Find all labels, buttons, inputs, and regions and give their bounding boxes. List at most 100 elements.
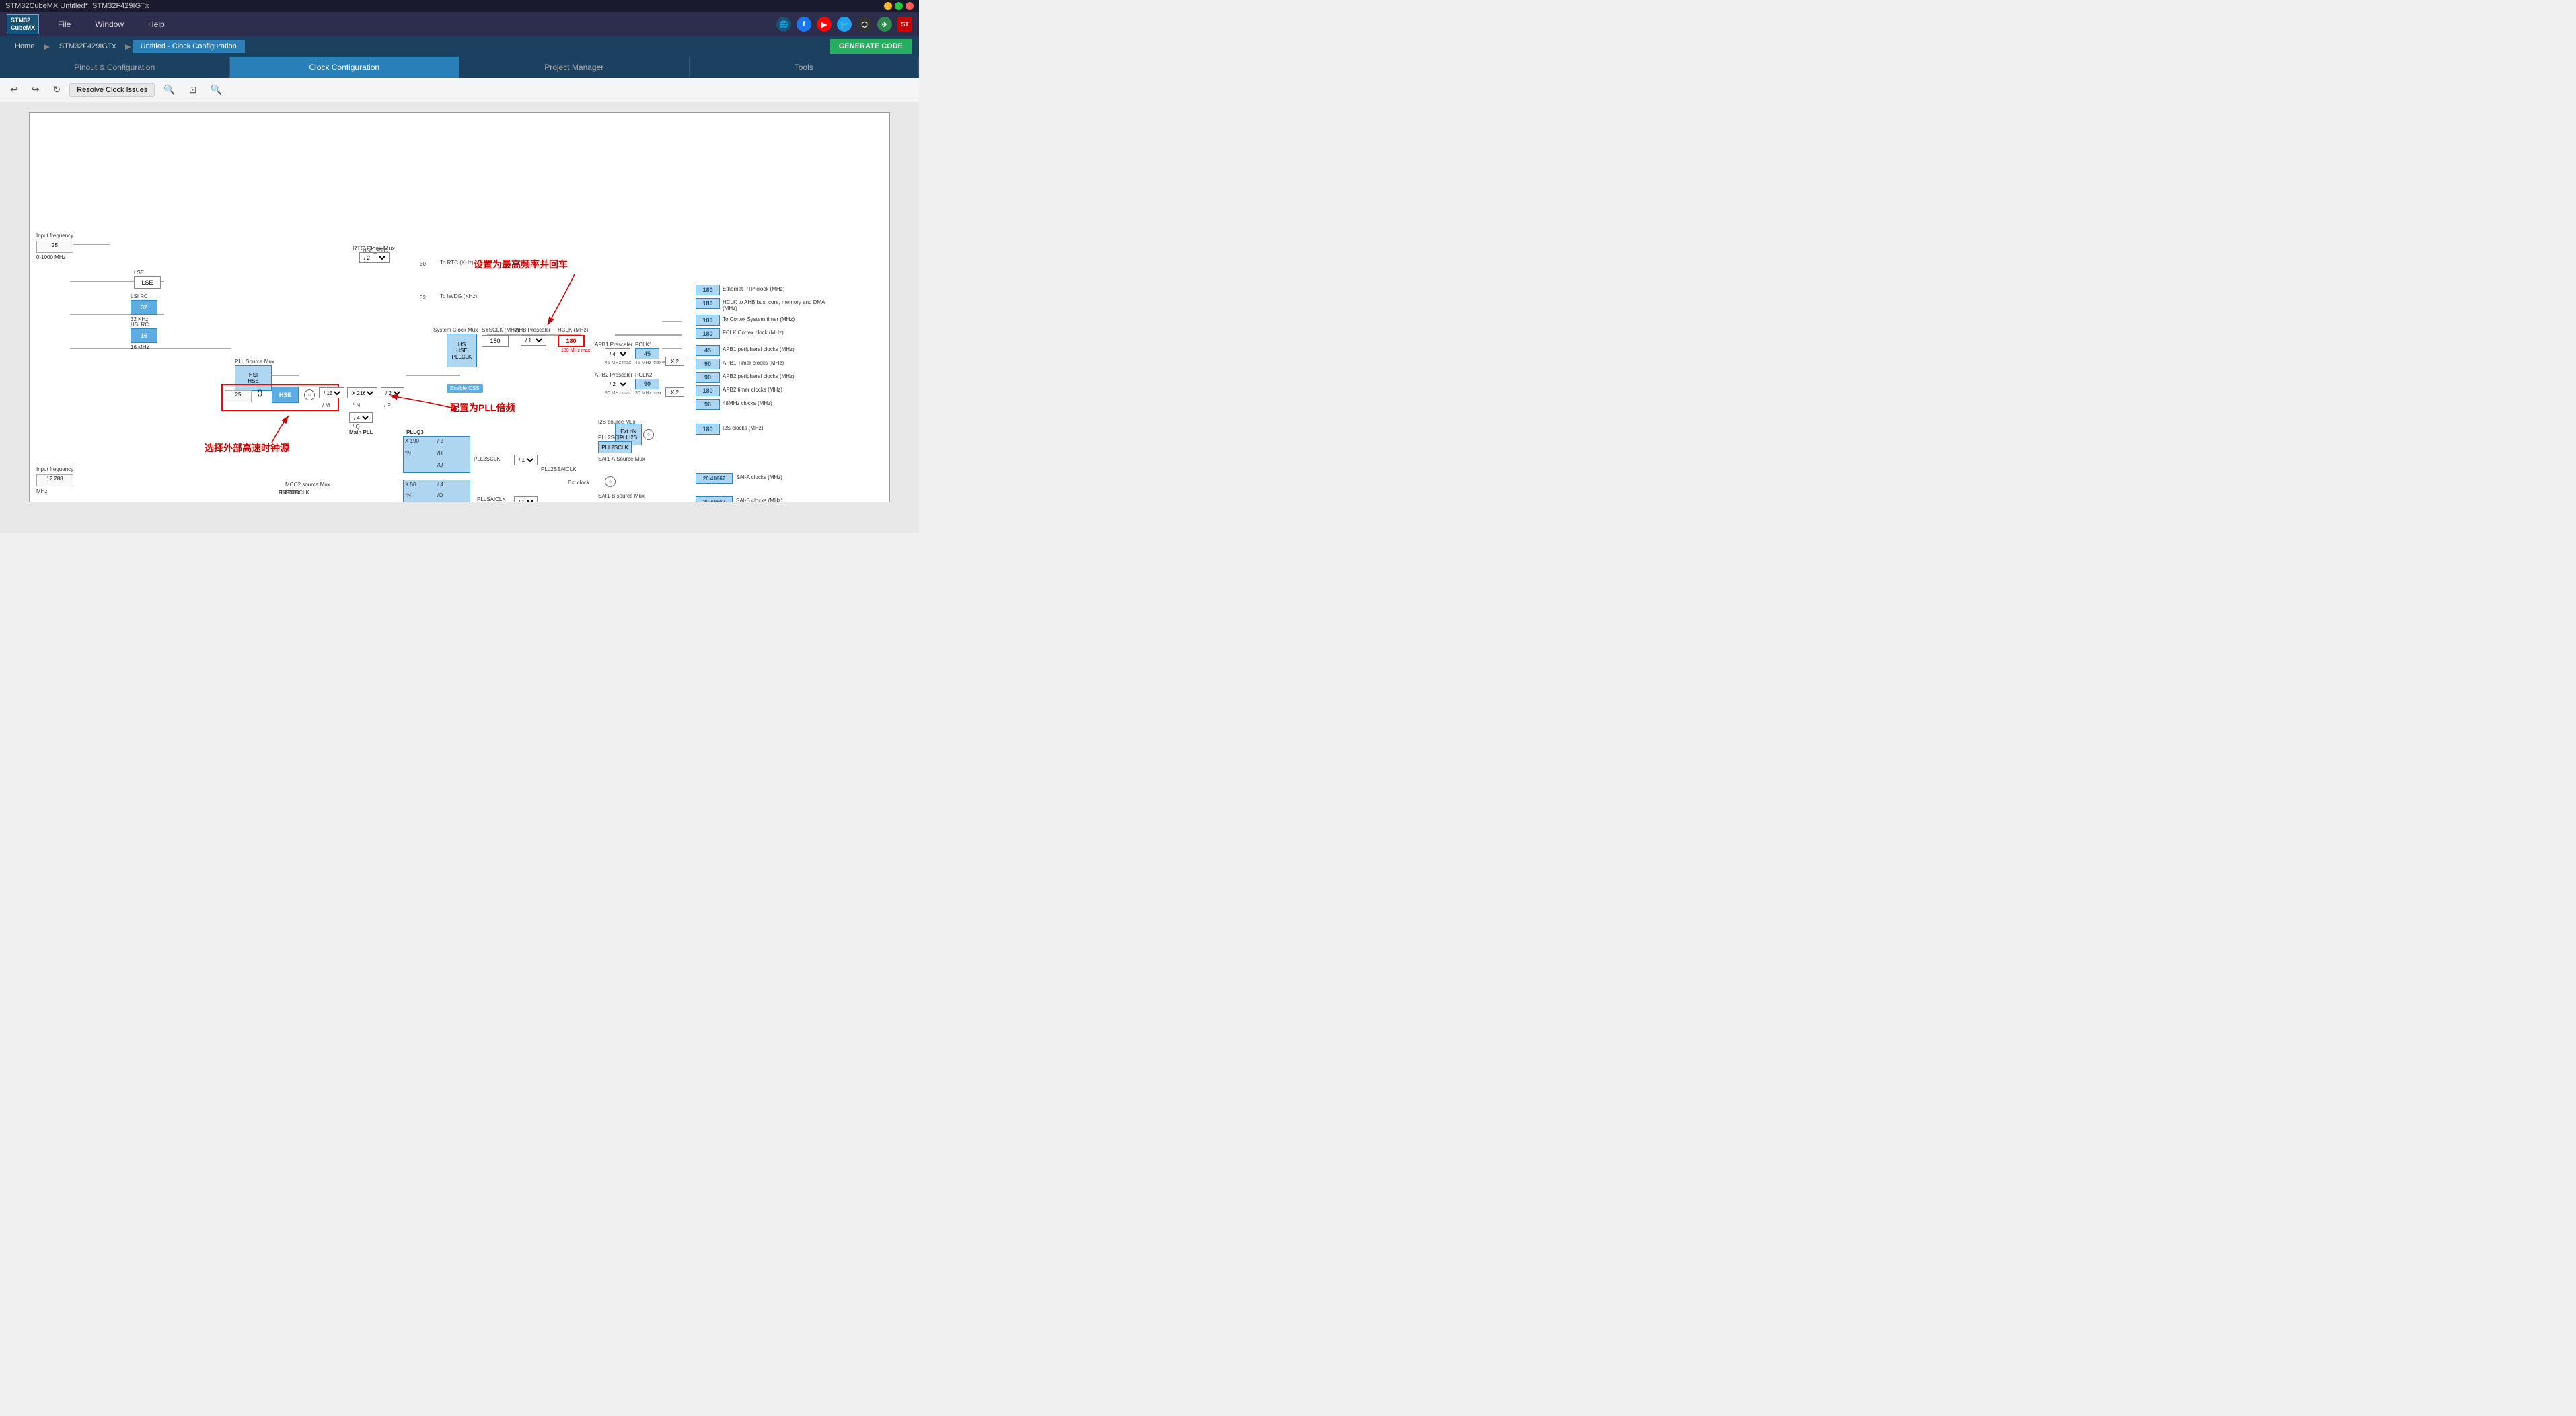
p-div-box[interactable]: / 2	[381, 387, 404, 398]
sysclk-label: SYSCLK (MHz)	[482, 327, 519, 333]
social-icons: 🌐 f ▶ 🐦 ⬡ ✈ ST	[776, 17, 912, 32]
maximize-btn[interactable]	[895, 2, 903, 10]
refresh-button[interactable]: ↻	[48, 81, 65, 98]
input-freq-range-1: 0-1000 MHz	[36, 254, 66, 260]
nav-home[interactable]: Home	[7, 40, 42, 53]
redo-button[interactable]: ↪	[27, 81, 44, 98]
hclk-value[interactable]: 180	[558, 335, 585, 347]
to-iwdg-text: To IWDG (KHz)	[440, 293, 477, 299]
pllq3-box: X 190 / 2 *N /R /Q	[403, 436, 470, 473]
lsi-rc-label: LSI RC	[131, 293, 148, 299]
pclk2-label: PCLK2	[635, 372, 652, 378]
sai1a-label: SAI-A clocks (MHz)	[736, 474, 782, 480]
sysclk-value[interactable]: 180	[482, 335, 509, 347]
hse-box: HSE	[272, 387, 299, 403]
close-btn[interactable]	[906, 2, 914, 10]
globe-icon[interactable]: 🌐	[776, 17, 791, 32]
tab-pinout[interactable]: Pinout & Configuration	[0, 57, 230, 78]
tab-tools[interactable]: Tools	[690, 57, 920, 78]
hse-mux-circle[interactable]: ○	[304, 389, 315, 400]
clk48-label: 48MHz clocks (MHz)	[723, 400, 772, 406]
ext-clock-label: Ext.clock	[568, 480, 589, 486]
sysclk-mux-box[interactable]: HSHSEPLLCLK	[447, 334, 477, 367]
input-freq-value-1[interactable]: 25	[36, 241, 73, 253]
apb2-max-label: 30 MHz max	[605, 391, 631, 396]
hclk-max-label: 180 MHz max	[561, 348, 590, 353]
youtube-icon[interactable]: ▶	[817, 17, 832, 32]
menu-help[interactable]: Help	[143, 15, 170, 33]
arrow-max-freq	[467, 268, 588, 335]
plli2sclk-output-label: PLL2SCLK	[474, 456, 501, 462]
twitter-icon[interactable]: 🐦	[837, 17, 852, 32]
nav-clock-config[interactable]: Untitled - Clock Configuration	[133, 40, 245, 53]
i2s-clk-label: I2S clocks (MHz)	[723, 425, 763, 431]
to-iwdg-label: 32	[420, 295, 426, 301]
input-freq-unit-2: MHz	[36, 488, 47, 494]
apb2-pres-label: APB2 Prescaler	[595, 372, 632, 378]
lse-box: LSE	[134, 276, 161, 289]
ahb-prescaler-sel[interactable]: / 1	[521, 335, 546, 346]
ahb-pres-label: AHB Prescaler	[515, 327, 550, 333]
cortex-timer-label: To Cortex System timer (MHz)	[723, 316, 795, 322]
enable-css-button[interactable]: Enable CSS	[447, 384, 483, 393]
x2-apb2-box: X 2	[665, 387, 684, 397]
pllsai-box: X 50 / 4 *N /Q / 2 /R	[403, 480, 470, 502]
nav-device[interactable]: STM32F429IGTx	[51, 40, 124, 53]
zoom-out-button[interactable]: 🔍	[159, 81, 180, 98]
sai1b-val: 20.41667	[696, 496, 733, 502]
minimize-btn[interactable]	[884, 2, 892, 10]
annotation-hse-select: 选择外部高速时钟源	[205, 441, 289, 455]
apb1-prescaler-sel[interactable]: / 4	[605, 348, 630, 359]
apb1-timer-label: APB1 Timer clocks (MHz)	[723, 360, 784, 366]
pclk1-max-label: 45 MHz max	[635, 361, 661, 365]
hse-freq-input[interactable]: 25	[225, 390, 252, 402]
clk48-val: 96	[696, 399, 720, 410]
ethernet-ptp-val: 180	[696, 285, 720, 295]
pllq3-label: PLLQ3	[406, 429, 424, 435]
resolve-clock-button[interactable]: Resolve Clock Issues	[69, 83, 155, 97]
generate-code-button[interactable]: GENERATE CODE	[830, 39, 912, 54]
m-div-box[interactable]: / 15	[319, 387, 344, 398]
q-div-box[interactable]: / 4	[349, 412, 373, 423]
hsi-freq-label: 16 MHz	[131, 344, 149, 350]
x2-apb1-box: X 2	[665, 357, 684, 366]
fclk-val: 180	[696, 328, 720, 339]
plane-icon[interactable]: ✈	[877, 17, 892, 32]
pllsaiclk-div[interactable]: / 1	[514, 496, 538, 502]
pll-src-mux-label: PLL Source Mux	[235, 359, 274, 365]
facebook-icon[interactable]: f	[797, 17, 811, 32]
input-freq-value-2[interactable]: 12.288	[36, 474, 73, 486]
app-logo: STM32 CubeMX	[7, 14, 39, 34]
pclk2-max-label: 30 MHz max	[635, 391, 661, 396]
m-label: / M	[322, 402, 330, 408]
main-area: Input frequency 25 0-1000 MHz LSE LSE LS…	[0, 102, 919, 533]
hse-rtc-div[interactable]: / 2	[359, 252, 390, 263]
p-label: / P	[384, 402, 391, 408]
tab-project[interactable]: Project Manager	[459, 57, 690, 78]
nav-bar: Home ▶ STM32F429IGTx ▶ Untitled - Clock …	[0, 36, 919, 57]
undo-button[interactable]: ↩	[5, 81, 23, 98]
menu-window[interactable]: Window	[89, 15, 129, 33]
tab-clock[interactable]: Clock Configuration	[230, 57, 460, 78]
to-rtc-label: 30	[420, 261, 426, 267]
sai1b-label: SAI-B clocks (MHz)	[736, 498, 782, 502]
plli2sclk-box: PLL2SCLK	[598, 441, 632, 453]
logo-box: STM32 CubeMX	[7, 14, 39, 34]
apb2-periph-val: 90	[696, 372, 720, 383]
tab-bar: Pinout & Configuration Clock Configurati…	[0, 57, 919, 78]
apb1-timer-val: 90	[696, 359, 720, 369]
zoom-fit-button[interactable]: ⊡	[184, 81, 202, 98]
n-label: * N	[353, 402, 360, 408]
apb1-max-label: 45 MHz max	[605, 361, 631, 365]
menu-items: File Window Help	[52, 15, 776, 33]
pllsaiclk-label: PLLSAICLK	[477, 496, 506, 502]
apb2-prescaler-sel[interactable]: / 2	[605, 379, 630, 389]
st-logo[interactable]: ST	[897, 17, 912, 32]
menu-file[interactable]: File	[52, 15, 76, 33]
github-icon[interactable]: ⬡	[857, 17, 872, 32]
apb2-timer-label: APB2 timer clocks (MHz)	[723, 387, 782, 393]
plli2sclk-div[interactable]: / 1	[514, 455, 538, 465]
n-mul-box[interactable]: X 216	[347, 387, 377, 398]
zoom-in-button[interactable]: 🔍	[206, 81, 227, 98]
sai1a-val: 20.41667	[696, 473, 733, 484]
